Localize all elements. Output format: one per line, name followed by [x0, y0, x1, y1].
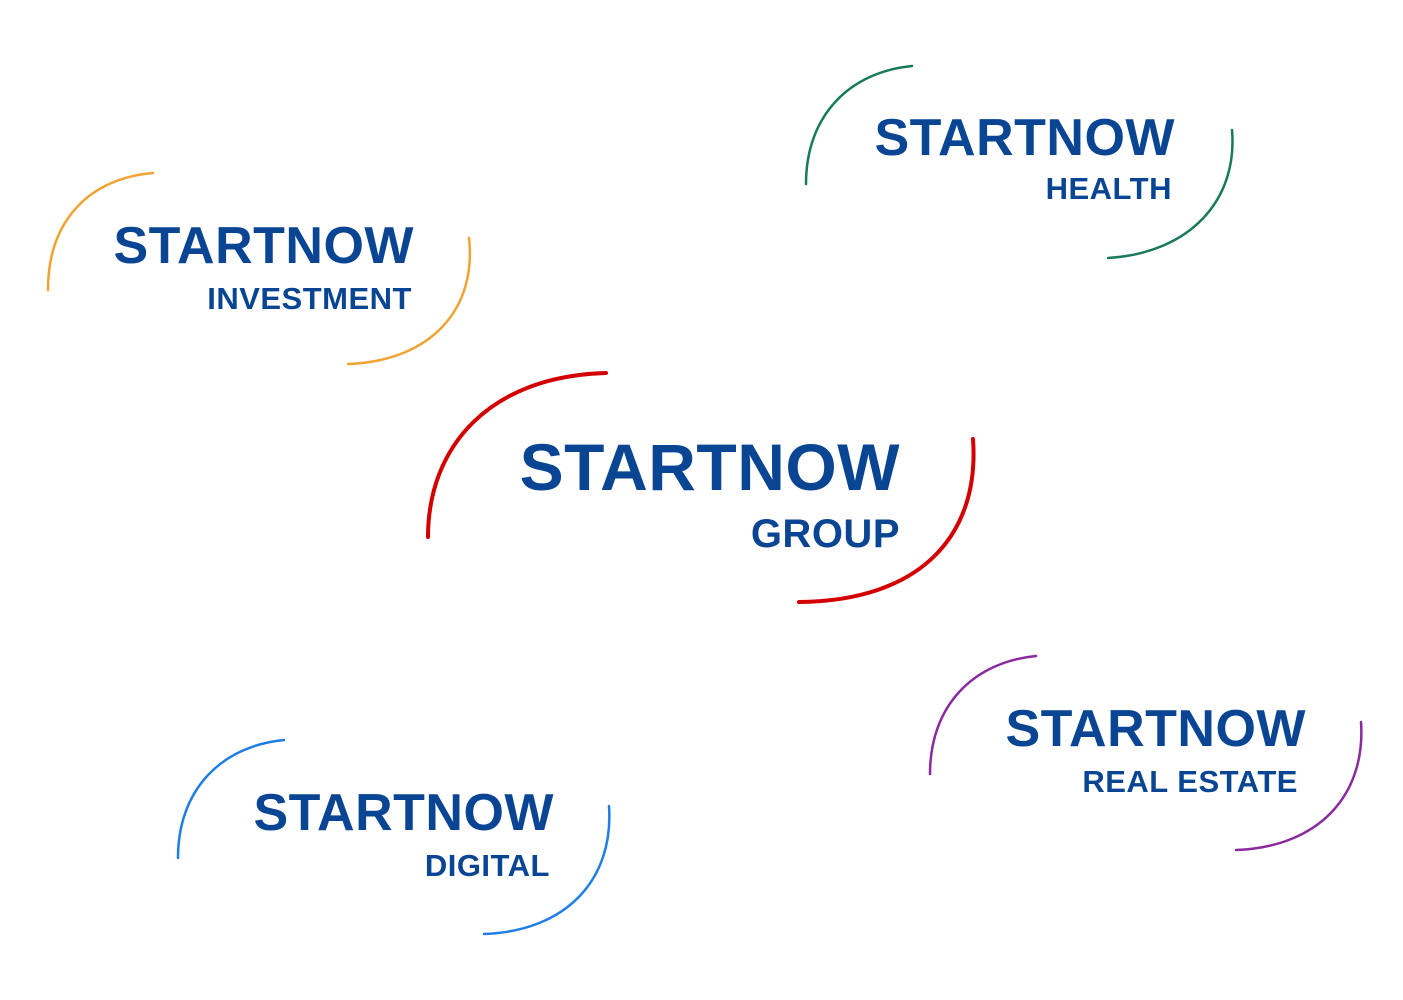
logo-startnow-group: STARTNOW GROUP	[420, 366, 982, 608]
division-name: INVESTMENT	[207, 281, 412, 316]
division-name: DIGITAL	[424, 848, 550, 883]
logo-startnow-investment: STARTNOW INVESTMENT	[42, 168, 478, 370]
brand-name: STARTNOW	[874, 109, 1175, 167]
division-name: GROUP	[750, 512, 900, 556]
logo-startnow-health: STARTNOW HEALTH	[800, 60, 1240, 265]
brand-name: STARTNOW	[1005, 700, 1306, 758]
division-name: REAL ESTATE	[1082, 764, 1298, 799]
logo-startnow-real-estate: STARTNOW REAL ESTATE	[924, 650, 1370, 856]
division-name: HEALTH	[1045, 171, 1172, 206]
brand-name: STARTNOW	[113, 217, 414, 275]
logo-startnow-digital: STARTNOW DIGITAL	[172, 734, 618, 940]
brand-name: STARTNOW	[253, 784, 554, 842]
brand-name: STARTNOW	[519, 430, 900, 504]
